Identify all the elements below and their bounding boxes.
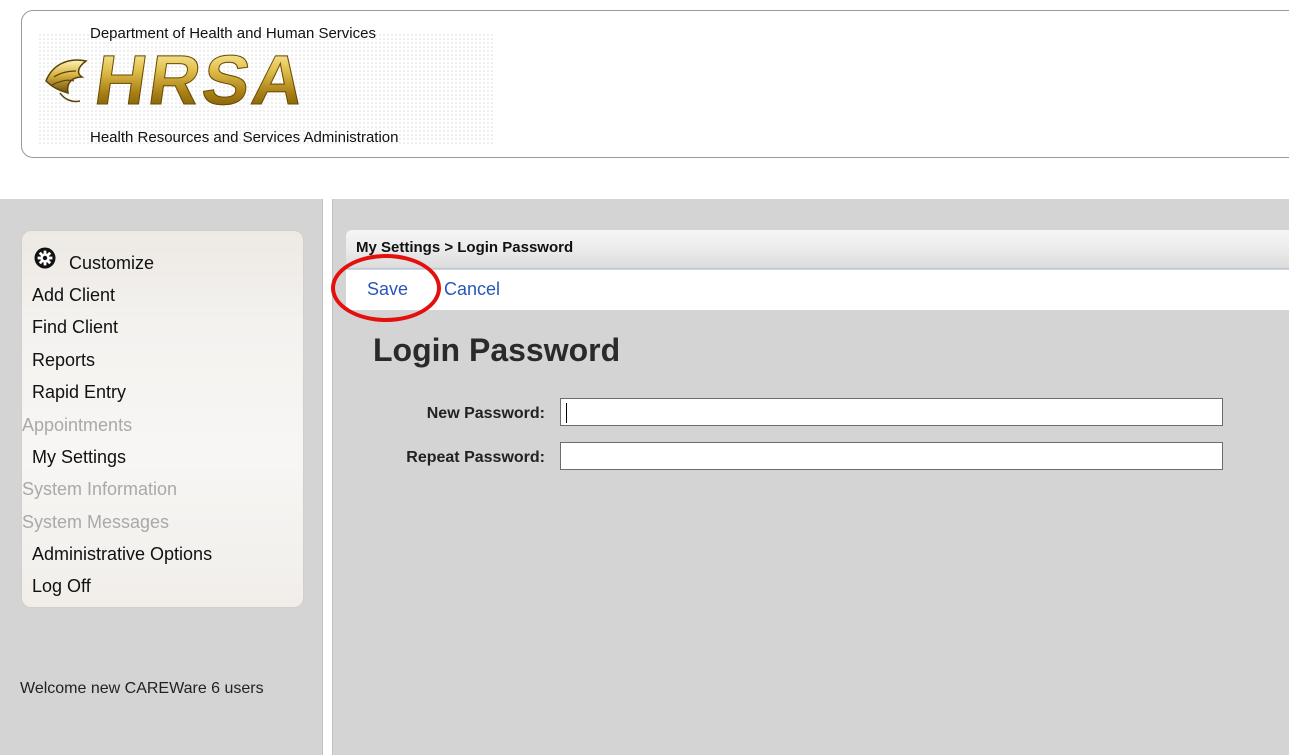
breadcrumb-bar: My Settings > Login Password xyxy=(346,230,1289,269)
customize-label: Customize xyxy=(69,253,155,273)
sidebar-splitter[interactable] xyxy=(322,199,333,755)
repeat-password-label: Repeat Password: xyxy=(406,449,545,466)
new-password-label: New Password: xyxy=(426,405,545,422)
repeat-password-field[interactable] xyxy=(560,442,1223,470)
logo-org-top-text: Department of Health and Human Services xyxy=(90,25,376,42)
sidebar-item-reports[interactable]: Reports xyxy=(32,350,95,371)
sidebar-item-rapid-entry[interactable]: Rapid Entry xyxy=(32,382,126,403)
logo-org-bottom-text: Health Resources and Services Administra… xyxy=(90,129,399,146)
action-toolbar: Save Cancel xyxy=(346,270,1289,310)
breadcrumb: My Settings > Login Password xyxy=(356,239,574,256)
page-title: Login Password xyxy=(373,332,621,368)
sidebar-item-system-information: System Information xyxy=(22,479,178,499)
save-button[interactable]: Save xyxy=(367,279,408,300)
sidebar-item-system-messages: System Messages xyxy=(22,512,170,532)
welcome-link[interactable]: Welcome new CAREWare 6 users xyxy=(20,679,290,699)
customize-menu-link[interactable]: Customize xyxy=(34,244,154,274)
sidebar-item-add-client[interactable]: Add Client xyxy=(32,285,115,306)
cancel-button[interactable]: Cancel xyxy=(444,279,500,300)
logo-hrsa-lettering: HRSA xyxy=(90,41,312,120)
sidebar-item-log-off[interactable]: Log Off xyxy=(32,576,91,597)
text-caret xyxy=(566,403,567,423)
sidebar-item-administrative-options[interactable]: Administrative Options xyxy=(32,544,212,565)
sidebar-item-my-settings[interactable]: My Settings xyxy=(32,447,126,468)
hrsa-logo: Department of Health and Human Services … xyxy=(38,23,498,151)
nav-menu: Customize Add Client Find Client Reports… xyxy=(21,230,304,608)
gear-icon xyxy=(34,247,56,269)
new-password-field[interactable] xyxy=(560,398,1223,426)
sidebar-item-find-client[interactable]: Find Client xyxy=(32,317,118,338)
sidebar-item-appointments: Appointments xyxy=(22,415,133,435)
header-banner: Department of Health and Human Services … xyxy=(21,10,1289,158)
hhs-eagle-icon xyxy=(45,59,88,103)
